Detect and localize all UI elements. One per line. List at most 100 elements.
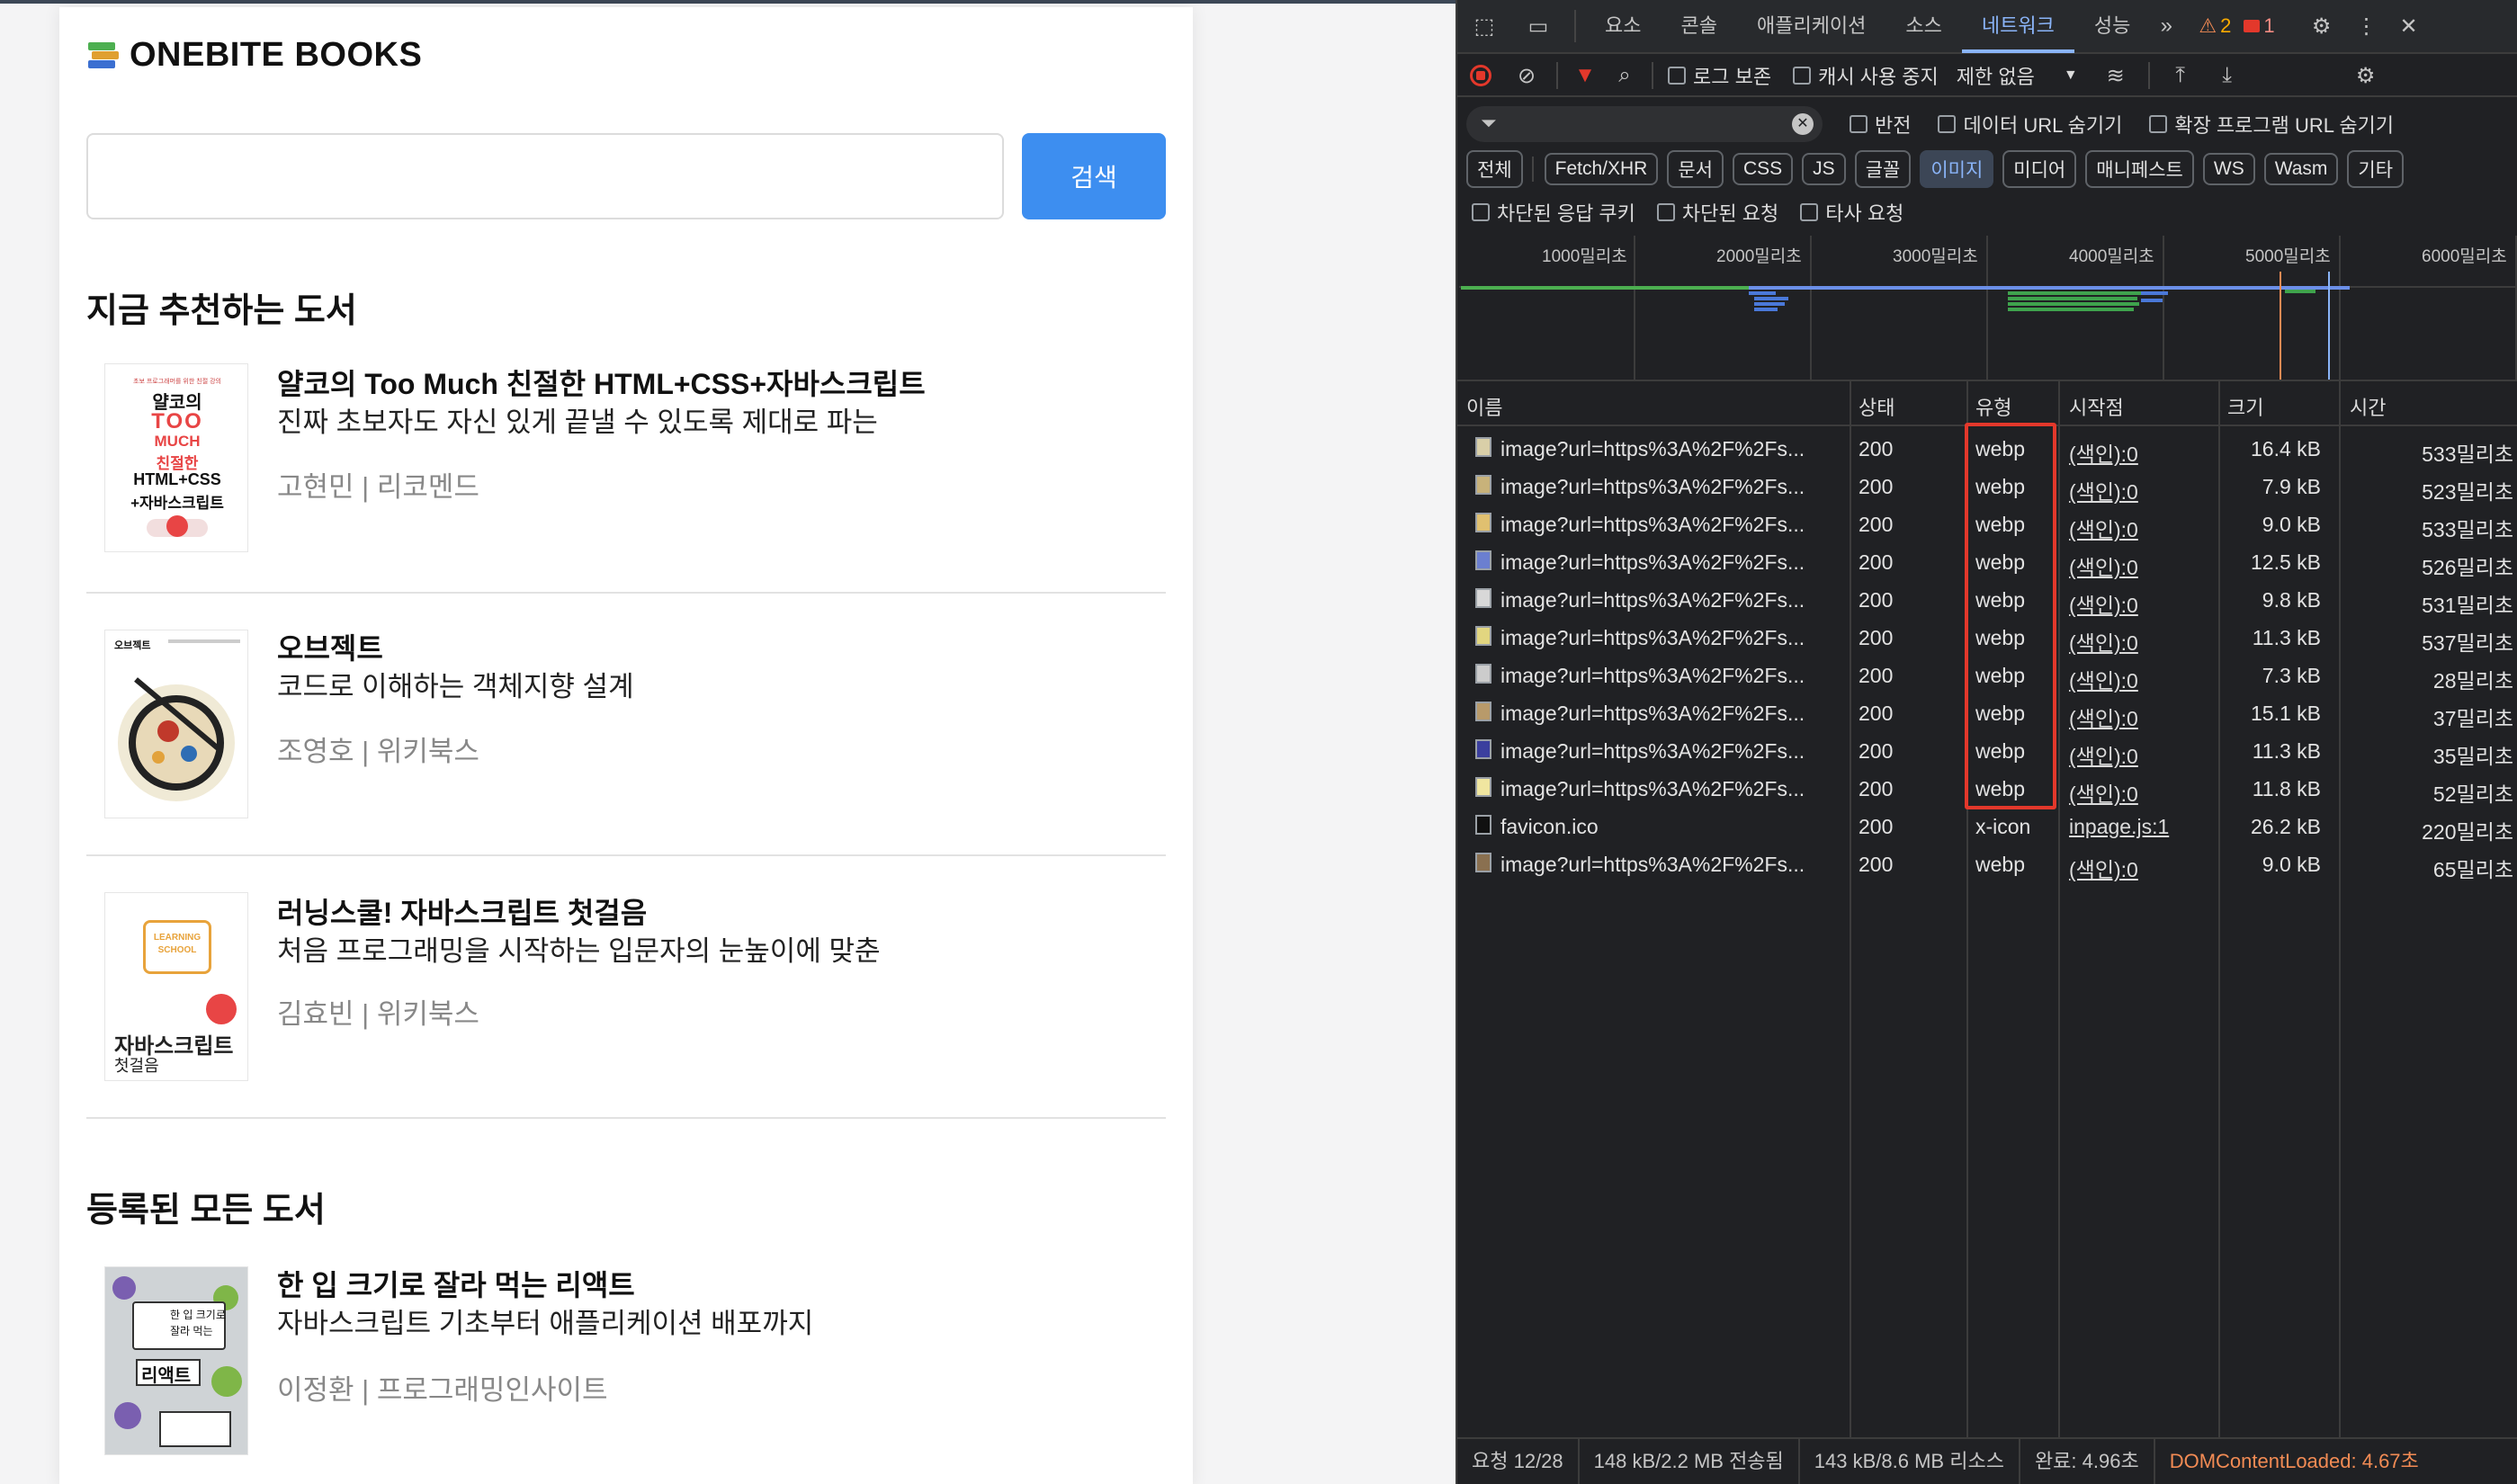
third-party-checkbox[interactable]: 타사 요청 [1800, 198, 1903, 227]
column-time[interactable]: 시간 [2350, 392, 2386, 421]
network-conditions-icon[interactable]: ≋ [2091, 63, 2141, 89]
request-initiator-link[interactable]: (색인):0 [2069, 437, 2138, 468]
search-icon[interactable]: ⌕ [1605, 63, 1644, 88]
invert-checkbox[interactable]: 반전 [1850, 110, 1911, 139]
search-button[interactable]: 검색 [1022, 133, 1166, 219]
request-initiator-link[interactable]: (색인):0 [2069, 475, 2138, 505]
request-initiator-link[interactable]: (색인):0 [2069, 739, 2138, 770]
search-input[interactable] [86, 133, 1004, 219]
disable-cache-checkbox[interactable]: 캐시 사용 중지 [1793, 61, 1939, 90]
request-name[interactable]: image?url=https%3A%2F%2Fs... [1500, 626, 1805, 650]
request-row[interactable]: favicon.ico 200 x-icon inpage.js:1 26.2 kB 22… [1457, 808, 2517, 845]
tab-application[interactable]: 애플리케이션 [1737, 0, 1886, 53]
request-initiator-link[interactable]: (색인):0 [2069, 588, 2138, 619]
request-initiator-link[interactable]: (색인):0 [2069, 513, 2138, 543]
request-status: 200 [1859, 815, 1894, 838]
request-initiator-link[interactable]: (색인):0 [2069, 664, 2138, 694]
request-name[interactable]: image?url=https%3A%2F%2Fs... [1500, 475, 1805, 499]
type-filter-img[interactable]: 이미지 [1920, 150, 1994, 188]
type-filter-font[interactable]: 글꼴 [1854, 150, 1912, 188]
network-settings-icon[interactable]: ⚙ [2341, 63, 2391, 89]
blocked-cookies-checkbox[interactable]: 차단된 응답 쿠키 [1472, 198, 1635, 227]
file-type-icon [1475, 664, 1491, 684]
blocked-requests-checkbox[interactable]: 차단된 요청 [1656, 198, 1778, 227]
settings-gear-icon[interactable]: ⚙ [2297, 13, 2347, 40]
request-name[interactable]: image?url=https%3A%2F%2Fs... [1500, 739, 1805, 764]
hide-data-urls-checkbox[interactable]: 데이터 URL 숨기기 [1938, 110, 2122, 139]
clear-filter-icon[interactable]: ✕ [1792, 113, 1814, 135]
file-type-icon [1475, 739, 1491, 759]
book-meta: 조영호 | 위키북스 [277, 736, 479, 767]
request-name[interactable]: image?url=https%3A%2F%2Fs... [1500, 664, 1805, 688]
warning-badge[interactable]: ⚠ 2 [2199, 14, 2231, 38]
inspect-element-icon[interactable]: ⬚ [1457, 0, 1511, 53]
type-filter-doc[interactable]: 문서 [1667, 150, 1724, 188]
type-filter-js[interactable]: JS [1802, 153, 1846, 185]
request-row[interactable]: image?url=https%3A%2F%2Fs... 200 webp (색인):… [1457, 845, 2517, 883]
request-name[interactable]: image?url=https%3A%2F%2Fs... [1500, 588, 1805, 612]
tab-performance[interactable]: 성능 [2074, 0, 2150, 53]
type-filter-wasm[interactable]: Wasm [2263, 153, 2339, 185]
request-size: 11.3 kB [2252, 626, 2321, 649]
book-item[interactable]: LEARNING SCHOOL 자바스크립트 첫걸음 러닝스쿨! 자바스크립트 … [86, 856, 1166, 1119]
column-status[interactable]: 상태 [1859, 392, 1894, 421]
book-item[interactable]: 초보 프로그래머를 위한 친절 강의 얄코의 TOO MUCH 친절한 HTML… [86, 356, 1166, 594]
tab-console[interactable]: 콘솔 [1661, 0, 1736, 53]
request-name[interactable]: image?url=https%3A%2F%2Fs... [1500, 513, 1805, 537]
tab-network[interactable]: 네트워크 [1961, 0, 2074, 53]
more-options-icon[interactable]: ⋮ [2347, 13, 2387, 40]
type-filter-css[interactable]: CSS [1732, 153, 1794, 185]
request-type: x-icon [1975, 815, 2031, 838]
filter-icon: ⏷ [1481, 112, 1497, 134]
type-filter-manifest[interactable]: 매니페스트 [2085, 150, 2194, 188]
type-filter-fetch-xhr[interactable]: Fetch/XHR [1544, 153, 1659, 185]
preserve-log-checkbox[interactable]: 로그 보존 [1668, 61, 1771, 90]
request-name[interactable]: image?url=https%3A%2F%2Fs... [1500, 777, 1805, 801]
clear-icon[interactable]: ⊘ [1504, 63, 1549, 89]
filter-input[interactable]: ⏷ ✕ [1466, 106, 1823, 142]
throttle-select[interactable]: 제한 없음 ▼ [1957, 61, 2078, 90]
network-timeline-overview[interactable]: 1000밀리초 2000밀리초 3000밀리초 4000밀리초 5000밀리초 … [1457, 236, 2517, 381]
request-time: 533밀리초 [2422, 518, 2513, 541]
column-name[interactable]: 이름 [1466, 392, 1502, 421]
export-har-icon[interactable]: ⤓ [2204, 63, 2251, 88]
request-initiator-link[interactable]: (색인):0 [2069, 702, 2138, 732]
type-filter-all[interactable]: 전체 [1466, 150, 1523, 188]
more-tabs-icon[interactable]: » [2150, 13, 2182, 39]
book-subtitle: 코드로 이해하는 객체지향 설계 [277, 671, 634, 702]
column-initiator[interactable]: 시작점 [2069, 392, 2124, 421]
request-name[interactable]: image?url=https%3A%2F%2Fs... [1500, 437, 1805, 461]
request-initiator-link[interactable]: (색인):0 [2069, 550, 2138, 581]
request-name[interactable]: image?url=https%3A%2F%2Fs... [1500, 550, 1805, 575]
request-initiator-link[interactable]: (색인):0 [2069, 626, 2138, 657]
type-filter-media[interactable]: 미디어 [2002, 150, 2077, 188]
column-size[interactable]: 크기 [2227, 392, 2263, 421]
tab-elements[interactable]: 요소 [1585, 0, 1661, 53]
request-name[interactable]: image?url=https%3A%2F%2Fs... [1500, 702, 1805, 726]
request-time: 37밀리초 [2432, 707, 2513, 730]
error-badge[interactable]: 1 [2244, 14, 2275, 38]
filter-funnel-icon[interactable]: ▼ [1565, 63, 1605, 88]
column-type[interactable]: 유형 [1975, 392, 2011, 421]
book-title: 얄코의 Too Much 친절한 HTML+CSS+자바스크립트 [277, 368, 926, 400]
close-devtools-icon[interactable]: ✕ [2387, 13, 2432, 40]
hide-extension-urls-checkbox[interactable]: 확장 프로그램 URL 숨기기 [2149, 110, 2394, 139]
record-stop-icon[interactable] [1457, 65, 1504, 86]
device-toolbar-icon[interactable]: ▭ [1511, 0, 1565, 53]
tab-sources[interactable]: 소스 [1886, 0, 1961, 53]
book-item[interactable]: 오브젝트 오브젝트 코드로 이해하는 객체지향 설계 조영호 | 위키북스 [86, 594, 1166, 856]
request-name[interactable]: favicon.ico [1500, 815, 1599, 839]
request-name[interactable]: image?url=https%3A%2F%2Fs... [1500, 853, 1805, 877]
type-filter-other[interactable]: 기타 [2347, 150, 2405, 188]
request-size: 7.9 kB [2262, 475, 2321, 498]
import-har-icon[interactable]: ⤒ [2157, 63, 2204, 88]
book-item[interactable]: 한 입 크기로 잘라 먹는 리액트 한 입 크기로 잘라 먹는 리액트 자바스크… [86, 1252, 1166, 1484]
request-initiator-link[interactable]: (색인):0 [2069, 777, 2138, 808]
request-initiator-link[interactable]: inpage.js:1 [2069, 815, 2169, 839]
request-initiator-link[interactable]: (색인):0 [2069, 853, 2138, 883]
site-logo[interactable]: ONEBITE BOOKS [130, 36, 422, 75]
request-time: 531밀리초 [2422, 594, 2513, 617]
request-time: 52밀리초 [2432, 782, 2513, 806]
type-filter-ws[interactable]: WS [2202, 153, 2255, 185]
book-title: 한 입 크기로 잘라 먹는 리액트 [277, 1269, 635, 1301]
